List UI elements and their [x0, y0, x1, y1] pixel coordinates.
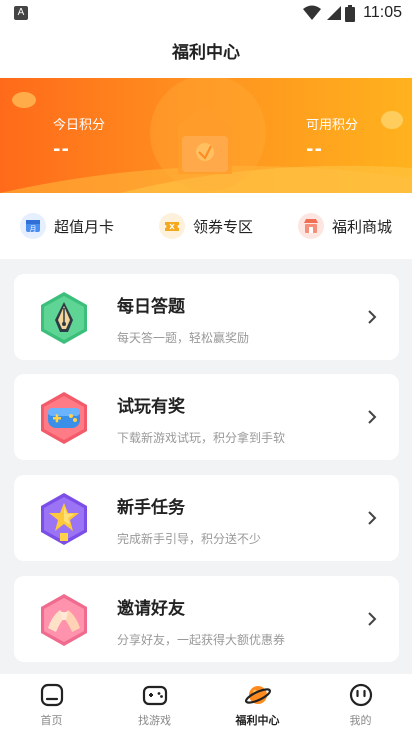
notification-icon: A [14, 6, 28, 20]
task-card-newbie-tasks[interactable]: 新手任务 完成新手引导，积分送不少 [14, 475, 399, 561]
tab-welfare-center[interactable]: 福利中心 [206, 674, 309, 732]
welfare-planet-icon [244, 686, 271, 704]
store-icon [297, 213, 324, 239]
quick-nav-label: 超值月卡 [54, 217, 115, 236]
tab-find-game[interactable]: 找游戏 [103, 674, 206, 732]
star-medal-icon [41, 493, 87, 545]
month-card-icon: 月 [20, 213, 46, 239]
available-points-label: 可用积分 [306, 118, 359, 133]
signal-icon [327, 6, 342, 20]
pen-nib-icon [41, 292, 87, 344]
task-title: 每日答题 [117, 297, 185, 317]
home-icon [40, 683, 63, 707]
chevron-right-icon [368, 612, 377, 626]
task-subtitle: 下载新游戏试玩，积分拿到手软 [117, 431, 286, 445]
tab-profile[interactable]: 我的 [309, 674, 412, 732]
points-banner: 今日积分 -- 可用积分 -- [0, 78, 412, 193]
task-card-daily-quiz[interactable]: 每日答题 每天答一题，轻松赢奖励 [14, 274, 399, 360]
task-title: 新手任务 [117, 498, 185, 518]
task-subtitle: 分享好友，一起获得大额优惠券 [117, 633, 286, 647]
profile-icon [349, 683, 372, 707]
task-title: 试玩有奖 [117, 397, 185, 417]
quick-nav-month-card[interactable]: 月 超值月卡 [20, 213, 114, 239]
title-bar: 福利中心 [0, 28, 412, 78]
available-points-value: -- [306, 139, 323, 160]
today-points-label: 今日积分 [53, 118, 106, 133]
find-game-icon [142, 685, 167, 706]
clock: 11:05 [363, 4, 402, 21]
tab-label: 我的 [349, 714, 372, 727]
svg-text:月: 月 [30, 225, 37, 233]
chevron-right-icon [368, 410, 377, 424]
treasure-chest-icon [178, 104, 232, 174]
status-bar: A 11:05 [0, 0, 412, 28]
available-points: 可用积分 -- [306, 114, 358, 160]
today-points-value: -- [53, 139, 70, 160]
task-card-trial-play[interactable]: 试玩有奖 下载新游戏试玩，积分拿到手软 [14, 374, 399, 460]
chevron-right-icon [368, 511, 377, 525]
task-title: 邀请好友 [117, 599, 185, 619]
wifi-icon [303, 5, 322, 20]
quick-nav-coupon[interactable]: 领券专区 [158, 213, 253, 239]
bottom-tab-bar: 首页 找游戏 福利中心 我的 [0, 674, 412, 732]
task-subtitle: 每天答一题，轻松赢奖励 [117, 331, 250, 345]
quick-nav: 月 超值月卡 领券专区 福利商城 [0, 193, 412, 259]
task-card-invite-friends[interactable]: 邀请好友 分享好友，一起获得大额优惠券 [14, 576, 399, 662]
tab-label: 福利中心 [235, 714, 280, 727]
quick-nav-label: 领券专区 [192, 217, 253, 236]
quick-nav-label: 福利商城 [331, 217, 392, 236]
gamepad-icon [41, 392, 87, 444]
handshake-icon [41, 594, 87, 646]
tab-label: 找游戏 [138, 714, 171, 727]
task-subtitle: 完成新手引导，积分送不少 [117, 532, 262, 546]
quick-nav-store[interactable]: 福利商城 [297, 213, 392, 239]
page-title: 福利中心 [172, 43, 240, 63]
today-points: 今日积分 -- [53, 114, 105, 160]
battery-icon [345, 4, 356, 22]
coupon-icon [158, 213, 185, 239]
chevron-right-icon [368, 310, 377, 324]
tab-home[interactable]: 首页 [0, 674, 103, 732]
tab-label: 首页 [40, 714, 63, 727]
